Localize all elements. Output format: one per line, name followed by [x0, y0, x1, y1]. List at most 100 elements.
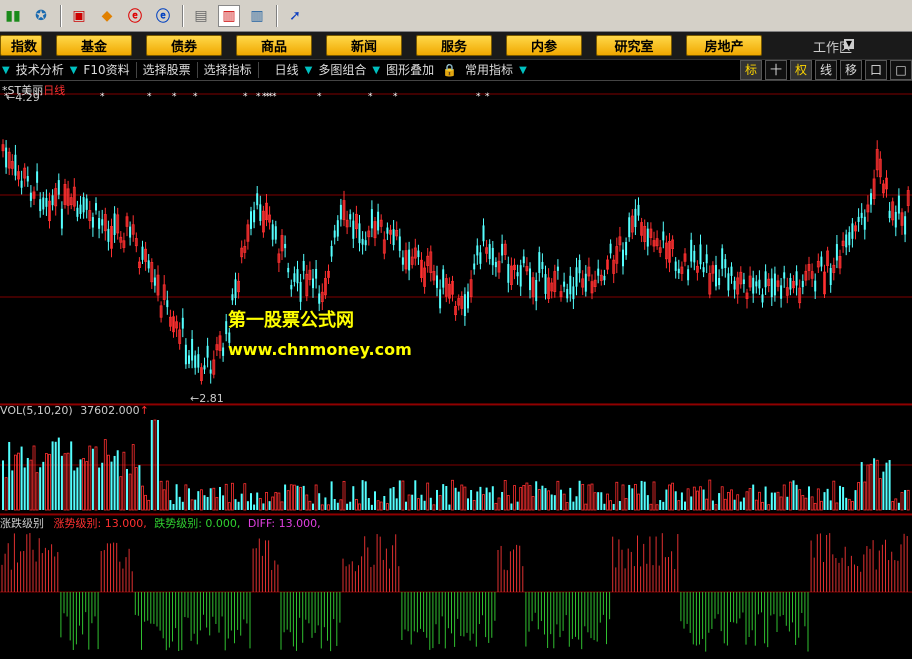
- lock-icon[interactable]: 🔒: [438, 60, 461, 80]
- chevron-down-icon[interactable]: ▼: [303, 65, 315, 76]
- volume-bar: [535, 481, 538, 510]
- candle-body: [234, 279, 237, 299]
- red-e-icon[interactable]: ⓔ: [124, 5, 146, 27]
- chevron-down-icon[interactable]: ▼: [68, 65, 80, 76]
- volume-bar: [98, 467, 101, 510]
- watermark-url: www.chnmoney.com: [228, 340, 412, 359]
- chevron-down-icon[interactable]: ▼: [370, 65, 382, 76]
- volume-bar: [395, 498, 398, 510]
- volume-bar: [770, 492, 773, 510]
- mark-button[interactable]: 标: [740, 60, 762, 80]
- select-indicator-button[interactable]: 选择指标: [200, 60, 256, 80]
- candle-body: [284, 243, 287, 249]
- diamond-icon[interactable]: ◆: [96, 5, 118, 27]
- menu-item-realestate[interactable]: 房地产: [686, 35, 762, 56]
- chart-bars-icon[interactable]: ▮▮: [2, 5, 24, 27]
- volume-bar: [157, 420, 159, 510]
- volume-bar: [70, 441, 73, 510]
- window-icon[interactable]: ▥: [218, 4, 240, 27]
- candle-body: [637, 204, 640, 216]
- window-button[interactable]: 口: [865, 60, 887, 80]
- volume-bar: [832, 480, 836, 511]
- candle-body: [764, 271, 767, 288]
- candle-body: [259, 204, 262, 221]
- common-indicator-button[interactable]: 常用指标: [461, 60, 517, 80]
- candle-body: [250, 211, 252, 229]
- tab-technical-analysis[interactable]: 技术分析: [12, 60, 68, 80]
- volume-bar: [758, 491, 761, 511]
- candle-body: [299, 281, 302, 302]
- stock-chart-area[interactable]: * * * * * * * * * * * * * * * * *ST美丽日线 ←4.29 ←2.81 VOL…: [0, 82, 912, 659]
- volume-bar: [26, 457, 29, 510]
- volume-bar: [860, 462, 863, 510]
- candle-body: [687, 269, 690, 281]
- candle-body: [662, 231, 665, 241]
- volume-bar: [674, 491, 677, 510]
- menu-item-insider[interactable]: 内参: [506, 35, 582, 56]
- bell-icon[interactable]: ✪: [30, 5, 52, 27]
- tab-f10[interactable]: F10资料: [79, 60, 133, 80]
- notebook-icon[interactable]: ▤: [190, 5, 212, 27]
- volume-bar: [88, 445, 92, 511]
- menu-item-commodity[interactable]: 商品: [236, 35, 312, 56]
- period-daily-button[interactable]: 日线: [261, 60, 303, 80]
- event-marker: *: [100, 92, 105, 102]
- candle-body: [82, 197, 85, 213]
- rights-button[interactable]: 权: [790, 60, 812, 80]
- line-button[interactable]: 线: [815, 60, 837, 80]
- menu-item-news[interactable]: 新闻: [326, 35, 402, 56]
- candle-body: [733, 280, 736, 290]
- candle-body: [578, 260, 581, 274]
- candle-body: [758, 279, 761, 289]
- candle-body: [463, 294, 466, 316]
- candle-body: [101, 219, 104, 226]
- help-cursor-icon[interactable]: ➚: [284, 5, 306, 27]
- chart-canvas[interactable]: * * * * * * * *** * * * * * *: [0, 82, 912, 659]
- candle-body: [5, 147, 8, 168]
- candle-body: [42, 197, 45, 210]
- books-icon[interactable]: ▥: [246, 5, 268, 27]
- volume-bar: [364, 481, 367, 510]
- move-button[interactable]: 移: [840, 60, 862, 80]
- volume-bar: [553, 495, 556, 510]
- chevron-down-icon[interactable]: ▼: [0, 65, 12, 76]
- candle-body: [333, 230, 336, 238]
- menu-item-service[interactable]: 服务: [416, 35, 492, 56]
- volume-bar: [875, 459, 879, 511]
- candle-body: [780, 285, 783, 299]
- volume-bar: [227, 502, 231, 511]
- volume-bar: [32, 445, 36, 511]
- candle-body: [76, 207, 79, 217]
- menu-item-bond[interactable]: 债券: [146, 35, 222, 56]
- volume-bar: [878, 478, 882, 511]
- crosshair-button[interactable]: 十: [765, 60, 787, 80]
- blue-e-icon[interactable]: ⓔ: [152, 5, 174, 27]
- volume-bar: [621, 484, 625, 511]
- volume-bar: [150, 420, 153, 510]
- chevron-down-icon[interactable]: ▼: [844, 39, 854, 49]
- candle-body: [755, 281, 758, 287]
- volume-bar: [659, 500, 662, 510]
- volume-bar: [73, 470, 76, 510]
- multi-chart-button[interactable]: 多图组合: [314, 60, 370, 80]
- monitor-icon[interactable]: ▣: [68, 5, 90, 27]
- candle-body: [674, 261, 677, 271]
- chevron-down-icon[interactable]: ▼: [517, 65, 529, 76]
- menu-item-research[interactable]: 研究室: [596, 35, 672, 56]
- candle-body: [188, 355, 190, 364]
- volume-bar: [842, 487, 845, 510]
- volume-bar: [754, 499, 758, 511]
- volume-bar: [358, 503, 361, 511]
- volume-bar: [385, 503, 389, 511]
- select-stock-button[interactable]: 选择股票: [139, 60, 195, 80]
- candle-body: [113, 213, 116, 235]
- candle-body: [318, 293, 321, 304]
- overlay-button[interactable]: 图形叠加: [382, 60, 438, 80]
- menu-item-index[interactable]: 指数: [0, 35, 42, 56]
- candle-body: [584, 273, 587, 292]
- volume-bar: [897, 502, 900, 510]
- candle-body: [761, 294, 764, 303]
- menu-item-fund[interactable]: 基金: [56, 35, 132, 56]
- candle-body: [625, 241, 628, 256]
- maximize-button[interactable]: □: [890, 60, 912, 80]
